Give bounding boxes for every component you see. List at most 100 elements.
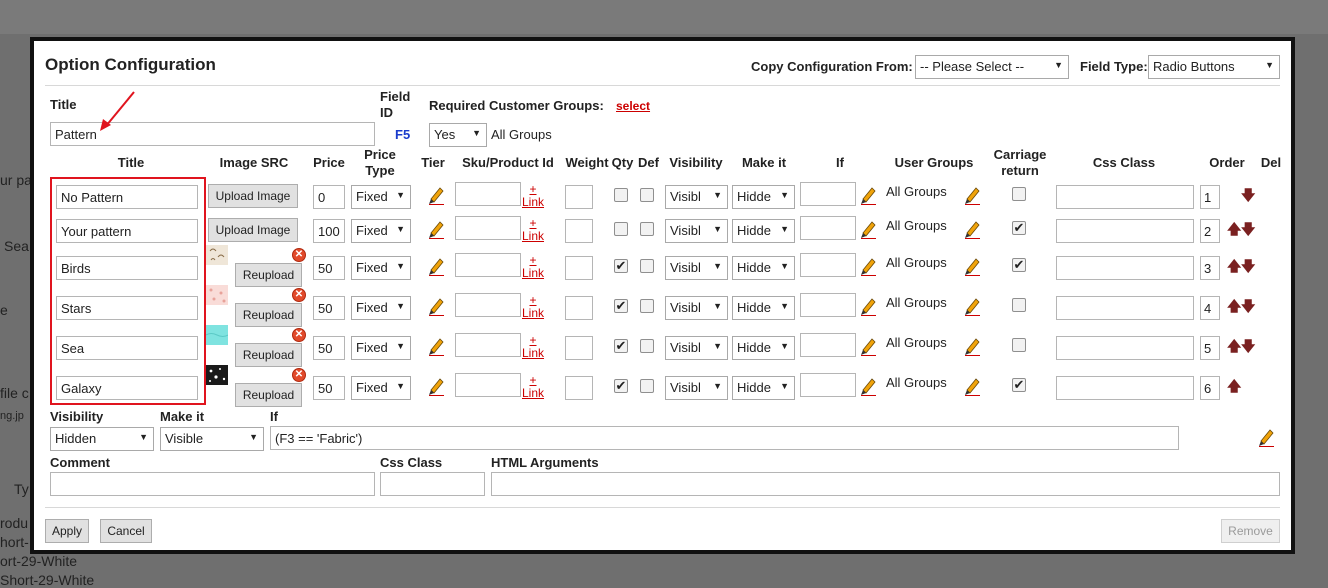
def-checkbox[interactable] <box>640 339 654 353</box>
weight-input[interactable] <box>565 256 593 280</box>
order-input[interactable] <box>1200 256 1220 280</box>
if-input[interactable] <box>800 182 856 206</box>
price-type-select[interactable]: Fixed ▼ <box>351 336 411 360</box>
remove-image-icon[interactable]: ✕ <box>292 328 306 342</box>
sku-input[interactable] <box>455 293 521 317</box>
field-type-select[interactable]: Radio Buttons ▼ <box>1148 55 1280 79</box>
tier-pencil-icon[interactable] <box>427 336 445 356</box>
tier-pencil-icon[interactable] <box>427 185 445 205</box>
move-up-arrow-icon[interactable]: 🡅 <box>1227 256 1241 280</box>
field-make-it-select[interactable]: Visible ▼ <box>160 427 264 451</box>
option-title-input[interactable] <box>56 256 198 280</box>
option-title-input[interactable] <box>56 376 198 400</box>
reupload-button[interactable]: Reupload <box>235 303 302 327</box>
if-pencil-icon[interactable] <box>859 256 877 276</box>
groups-select-link[interactable]: select <box>616 99 650 113</box>
qty-checkbox[interactable]: ✔ <box>614 259 628 273</box>
user-groups-pencil-icon[interactable] <box>963 185 981 205</box>
if-pencil-icon[interactable] <box>859 185 877 205</box>
css-class-input[interactable] <box>1056 296 1194 320</box>
css-class-input[interactable] <box>1056 336 1194 360</box>
upload-image-button[interactable]: Upload Image <box>208 218 298 242</box>
css-class-input[interactable] <box>1056 256 1194 280</box>
remove-image-icon[interactable]: ✕ <box>292 248 306 262</box>
copy-config-select[interactable]: -- Please Select -- ▼ <box>915 55 1069 79</box>
visibility-select[interactable]: Visibl ▼ <box>665 336 728 360</box>
make-it-select[interactable]: Hidde ▼ <box>732 256 795 280</box>
css-class-input[interactable] <box>1056 185 1194 209</box>
user-groups-pencil-icon[interactable] <box>963 336 981 356</box>
def-checkbox[interactable] <box>640 222 654 236</box>
apply-button[interactable]: Apply <box>45 519 89 543</box>
visibility-select[interactable]: Visibl ▼ <box>665 219 728 243</box>
if-pencil-icon[interactable] <box>859 296 877 316</box>
sku-input[interactable] <box>455 333 521 357</box>
move-down-arrow-icon[interactable]: 🡇 <box>1241 219 1255 243</box>
weight-input[interactable] <box>565 376 593 400</box>
carriage-return-checkbox[interactable] <box>1012 187 1026 201</box>
def-checkbox[interactable] <box>640 379 654 393</box>
if-input[interactable] <box>800 253 856 277</box>
visibility-select[interactable]: Visibl ▼ <box>665 376 728 400</box>
visibility-select[interactable]: Visibl ▼ <box>665 296 728 320</box>
make-it-select[interactable]: Hidde ▼ <box>732 185 795 209</box>
remove-button[interactable]: Remove <box>1221 519 1280 543</box>
price-type-select[interactable]: Fixed ▼ <box>351 219 411 243</box>
def-checkbox[interactable] <box>640 259 654 273</box>
price-input[interactable] <box>313 296 345 320</box>
if-input[interactable] <box>800 216 856 240</box>
make-it-select[interactable]: Hidde ▼ <box>732 336 795 360</box>
if-input[interactable] <box>800 293 856 317</box>
qty-checkbox[interactable]: ✔ <box>614 299 628 313</box>
carriage-return-checkbox[interactable] <box>1012 298 1026 312</box>
def-checkbox[interactable] <box>640 188 654 202</box>
user-groups-pencil-icon[interactable] <box>963 376 981 396</box>
reupload-button[interactable]: Reupload <box>235 263 302 287</box>
order-input[interactable] <box>1200 336 1220 360</box>
html-arguments-input[interactable] <box>491 472 1280 496</box>
user-groups-pencil-icon[interactable] <box>963 296 981 316</box>
tier-pencil-icon[interactable] <box>427 219 445 239</box>
reupload-button[interactable]: Reupload <box>235 383 302 407</box>
if-pencil-icon[interactable] <box>859 219 877 239</box>
sku-input[interactable] <box>455 216 521 240</box>
weight-input[interactable] <box>565 336 593 360</box>
move-down-arrow-icon[interactable]: 🡇 <box>1241 185 1255 209</box>
reupload-button[interactable]: Reupload <box>235 343 302 367</box>
make-it-select[interactable]: Hidde ▼ <box>732 296 795 320</box>
sku-input[interactable] <box>455 373 521 397</box>
tier-pencil-icon[interactable] <box>427 256 445 276</box>
remove-image-icon[interactable]: ✕ <box>292 288 306 302</box>
tier-pencil-icon[interactable] <box>427 296 445 316</box>
move-down-arrow-icon[interactable]: 🡇 <box>1241 296 1255 320</box>
visibility-select[interactable]: Visibl ▼ <box>665 256 728 280</box>
order-input[interactable] <box>1200 219 1220 243</box>
qty-checkbox[interactable] <box>614 222 628 236</box>
if-pencil-icon[interactable] <box>859 376 877 396</box>
sku-link[interactable]: + Link <box>522 334 544 360</box>
price-type-select[interactable]: Fixed ▼ <box>351 256 411 280</box>
field-if-pencil-icon[interactable] <box>1257 427 1275 447</box>
comment-input[interactable] <box>50 472 375 496</box>
sku-input[interactable] <box>455 253 521 277</box>
if-input[interactable] <box>800 373 856 397</box>
qty-checkbox[interactable]: ✔ <box>614 339 628 353</box>
sku-link[interactable]: + Link <box>522 183 544 209</box>
css-class-input[interactable] <box>1056 376 1194 400</box>
carriage-return-checkbox[interactable]: ✔ <box>1012 258 1026 272</box>
carriage-return-checkbox[interactable]: ✔ <box>1012 221 1026 235</box>
sku-input[interactable] <box>455 182 521 206</box>
price-input[interactable] <box>313 336 345 360</box>
css-class-input[interactable] <box>1056 219 1194 243</box>
price-type-select[interactable]: Fixed ▼ <box>351 376 411 400</box>
field-css-class-input[interactable] <box>380 472 485 496</box>
order-input[interactable] <box>1200 185 1220 209</box>
move-up-arrow-icon[interactable]: 🡅 <box>1227 296 1241 320</box>
def-checkbox[interactable] <box>640 299 654 313</box>
move-up-arrow-icon[interactable]: 🡅 <box>1227 376 1241 400</box>
field-visibility-select[interactable]: Hidden ▼ <box>50 427 154 451</box>
weight-input[interactable] <box>565 185 593 209</box>
option-title-input[interactable] <box>56 296 198 320</box>
qty-checkbox[interactable]: ✔ <box>614 379 628 393</box>
option-title-input[interactable] <box>56 219 198 243</box>
